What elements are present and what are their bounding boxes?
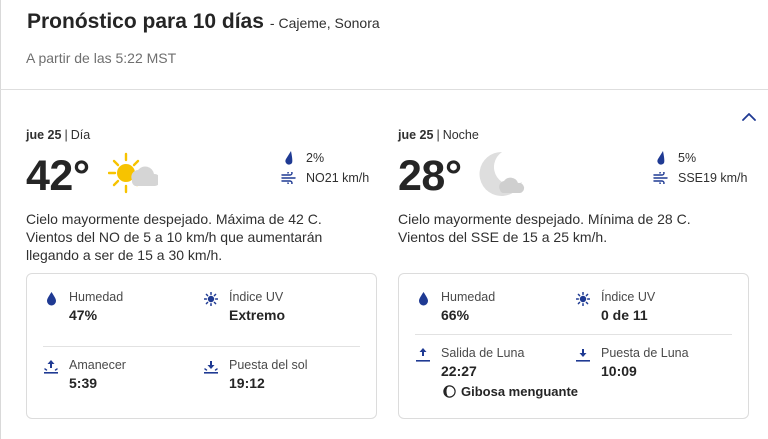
night-wind: SSE19 km/h: [678, 171, 748, 185]
day-wind: NO21 km/h: [306, 171, 370, 185]
moonrise-icon: [416, 348, 430, 362]
card-divider: [43, 346, 360, 347]
raindrop-icon: [285, 151, 293, 165]
sun-cloud-icon: [108, 152, 158, 194]
sunrise-icon: [44, 360, 58, 374]
raindrop-icon: [657, 151, 665, 165]
day-date: jue 25: [26, 128, 62, 142]
card-divider: [415, 334, 732, 335]
night-period-label: jue 25 | Noche: [398, 128, 479, 142]
updated-timestamp: A partir de las 5:22 MST: [26, 50, 177, 66]
forecast-header: Pronóstico para 10 días - Cajeme, Sonora: [27, 10, 748, 34]
day-temperature: 42°: [26, 152, 90, 200]
night-details-card: Humedad 66% Índice UV 0 de 11 Salida de …: [398, 273, 749, 419]
uv-sun-icon: [204, 292, 218, 306]
left-border: [0, 0, 1, 439]
sunset-icon: [204, 361, 218, 374]
night-precip: 5%: [678, 151, 697, 165]
moon-phase: Gibosa menguante: [443, 384, 578, 399]
day-details-card: Humedad 47% Índice UV Extremo Amanecer 5…: [26, 273, 377, 419]
waning-gibbous-moon-icon: [443, 385, 456, 398]
day-period-label: jue 25 | Día: [26, 128, 91, 142]
header-divider: [0, 89, 768, 90]
night-period: Noche: [442, 128, 479, 142]
day-precip: 2%: [306, 151, 325, 165]
humidity-drop-icon: [418, 292, 428, 306]
location-label: - Cajeme, Sonora: [269, 15, 380, 31]
night-mini-stats: 5% SSE19 km/h: [652, 148, 750, 188]
moon-cloud-icon: [479, 151, 525, 196]
night-date: jue 25: [398, 128, 434, 142]
chevron-up-icon[interactable]: [742, 110, 756, 124]
night-forecast-panel: jue 25 | Noche 28° 5% SSE19 km/h Cielo may…: [398, 128, 750, 419]
humidity-drop-icon: [46, 292, 56, 306]
day-description: Cielo mayormente despejado. Máxima de 42…: [26, 211, 323, 263]
page-title: Pronóstico para 10 días: [27, 10, 264, 33]
day-mini-stats: 2% NO21 km/h: [280, 148, 378, 188]
night-temperature: 28°: [398, 152, 462, 200]
day-period: Día: [70, 128, 91, 142]
day-forecast-panel: jue 25 | Día 42° 2% NO21 km/h Cielo mayo…: [26, 128, 378, 419]
wind-icon: [653, 172, 668, 184]
night-description: Cielo mayormente despejado. Mínima de 28…: [398, 211, 691, 245]
moonset-icon: [576, 349, 590, 362]
wind-icon: [281, 172, 296, 184]
uv-sun-icon: [576, 292, 590, 306]
